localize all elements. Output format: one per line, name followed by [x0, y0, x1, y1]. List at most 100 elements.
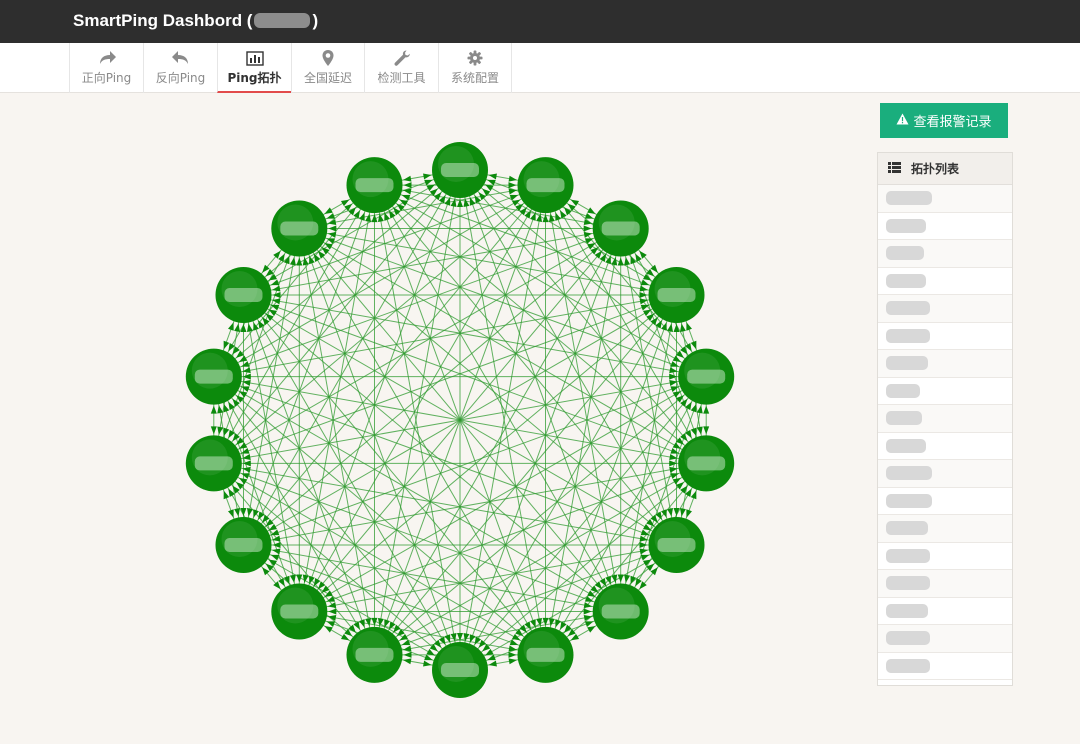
redacted-node-name [886, 301, 930, 316]
topology-node[interactable] [592, 583, 649, 640]
app-title[interactable]: SmartPing Dashbord () [73, 11, 318, 31]
list-item[interactable] [878, 488, 1012, 515]
topology-node[interactable] [346, 157, 403, 214]
topology-edge [374, 184, 707, 464]
edge-arrowhead [639, 548, 648, 555]
edge-arrowhead [679, 508, 686, 517]
tab-forward-ping[interactable]: 正向Ping [69, 43, 143, 93]
edge-arrowhead [241, 447, 250, 454]
nav-bar: 正向Ping 反向Ping Ping拓扑 全国延迟 检测工具 系统配置 [0, 43, 1080, 93]
topology-node[interactable] [215, 267, 272, 323]
edge-arrowhead [246, 508, 253, 517]
topology-node[interactable] [678, 435, 735, 492]
edge-arrowhead [670, 386, 679, 393]
redacted-node-name [886, 356, 928, 371]
edge-arrowhead [242, 460, 251, 467]
ping-topology-graph[interactable] [170, 125, 750, 715]
topology-node[interactable] [648, 267, 705, 323]
tab-label: 正向Ping [81, 71, 132, 85]
list-item[interactable] [878, 653, 1012, 680]
edge-arrowhead [583, 614, 593, 621]
edge-arrowhead [669, 373, 678, 380]
top-bar: SmartPing Dashbord () [0, 0, 1080, 43]
topology-node[interactable] [185, 348, 242, 405]
list-item[interactable] [878, 625, 1012, 653]
list-item[interactable] [878, 185, 1012, 213]
redacted-node-label [280, 604, 319, 619]
redacted-node-label [194, 369, 233, 384]
edge-arrowhead [639, 292, 648, 298]
app-title-suffix: ) [312, 11, 319, 30]
tab-ping-topology[interactable]: Ping拓扑 [217, 43, 291, 93]
list-item[interactable] [878, 378, 1012, 405]
panel-header: 拓扑列表 [878, 153, 1012, 185]
tab-label: 全国延迟 [303, 71, 352, 85]
edge-arrowhead [223, 403, 230, 413]
redacted-node-name [886, 191, 932, 206]
topology-node[interactable] [185, 435, 242, 492]
edge-arrowhead [587, 207, 596, 214]
topology-node[interactable] [215, 517, 272, 573]
list-item[interactable] [878, 433, 1012, 460]
edge-arrowhead [241, 361, 250, 367]
redacted-node-label [194, 456, 233, 471]
edge-arrowhead [365, 617, 372, 627]
redacted-node-label [280, 221, 319, 236]
edge-arrowhead [223, 340, 230, 350]
topology-edge [213, 376, 546, 656]
edge-arrowhead [624, 257, 631, 266]
list-item[interactable] [878, 598, 1012, 625]
edge-arrowhead [488, 660, 497, 667]
tab-label: 系统配置 [450, 71, 499, 85]
topology-node[interactable] [432, 142, 488, 198]
tab-national-latency[interactable]: 全国延迟 [291, 43, 364, 93]
warning-icon [896, 113, 909, 129]
edge-arrowhead [690, 490, 697, 500]
edge-arrowhead [703, 405, 710, 414]
list-item[interactable] [878, 240, 1012, 268]
list-item[interactable] [878, 543, 1012, 570]
app-title-text: SmartPing Dashbord ( [73, 11, 253, 30]
edge-arrowhead [272, 542, 281, 548]
edge-arrowhead [444, 197, 451, 206]
list-item[interactable] [878, 515, 1012, 543]
topology-node[interactable] [271, 583, 328, 640]
list-item[interactable] [878, 213, 1012, 240]
edge-arrowhead [639, 542, 648, 548]
topology-node[interactable] [592, 200, 649, 257]
edge-arrowhead [324, 207, 333, 214]
topology-node[interactable] [517, 626, 574, 683]
edge-arrowhead [508, 645, 517, 652]
redacted-node-name [886, 548, 930, 563]
view-alarm-records-button[interactable]: 查看报警记录 [880, 103, 1008, 138]
list-item[interactable] [878, 570, 1012, 598]
redacted-node-name [886, 438, 926, 453]
topology-node[interactable] [517, 157, 574, 214]
edge-arrowhead [587, 626, 596, 633]
edge-arrowhead [548, 617, 555, 627]
gear-icon [439, 49, 511, 71]
edge-arrowhead [210, 405, 217, 414]
list-item[interactable] [878, 350, 1012, 378]
list-item[interactable] [878, 295, 1012, 323]
tab-detection-tools[interactable]: 检测工具 [364, 43, 438, 93]
wrench-icon [365, 49, 438, 71]
redacted-node-name [886, 328, 930, 343]
topology-node[interactable] [648, 517, 705, 573]
edge-arrowhead [690, 427, 697, 437]
list-item[interactable] [878, 405, 1012, 433]
edge-arrowhead [583, 608, 592, 615]
topology-node[interactable] [271, 200, 328, 257]
tab-reverse-ping[interactable]: 反向Ping [143, 43, 217, 93]
topology-node[interactable] [432, 642, 488, 698]
topology-node[interactable] [346, 626, 403, 683]
edge-arrowhead [327, 219, 337, 226]
list-item[interactable] [878, 460, 1012, 488]
edge-arrowhead [289, 257, 296, 266]
edge-arrowhead [423, 660, 432, 667]
list-item[interactable] [878, 268, 1012, 295]
tab-system-config[interactable]: 系统配置 [438, 43, 512, 93]
edge-arrowhead [403, 651, 412, 658]
topology-node[interactable] [678, 348, 735, 405]
list-item[interactable] [878, 323, 1012, 350]
